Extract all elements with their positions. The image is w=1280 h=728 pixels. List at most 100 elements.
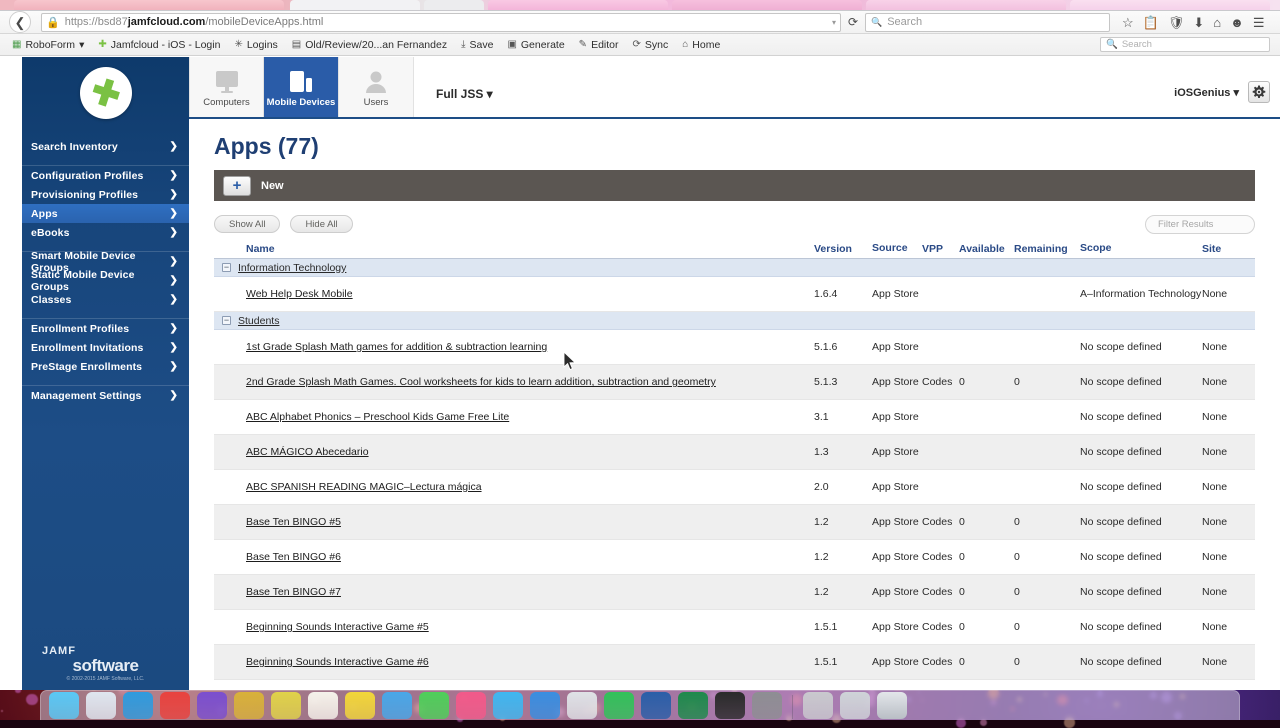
table-row[interactable]: ABC SPANISH READING MAGIC–Lectura mágica… [214, 470, 1255, 505]
table-row[interactable]: 1st Grade Splash Math games for addition… [214, 330, 1255, 365]
dock-numbers-icon[interactable] [345, 692, 375, 719]
app-name-link[interactable]: Beginning Sounds Interactive Game #5 [246, 621, 429, 633]
browser-tab[interactable] [424, 0, 484, 11]
bookmarks-search-input[interactable]: 🔍 Search [1100, 37, 1270, 52]
download-icon[interactable]: ⬇ [1193, 16, 1204, 29]
column-header-remaining[interactable]: Remaining [1014, 243, 1080, 255]
app-name-link[interactable]: Beginning Sounds Interactive Game #6 [246, 656, 429, 668]
column-header-vpp[interactable]: VPP [922, 243, 959, 255]
dock-photos-icon[interactable] [456, 692, 486, 719]
bookmark-logins[interactable]: ✳ Logins [234, 39, 277, 51]
dock-documents-stack-icon[interactable] [840, 692, 870, 719]
table-row[interactable]: ABC Alphabet Phonics – Preschool Kids Ga… [214, 400, 1255, 435]
table-row[interactable]: Beginning Sounds Interactive Game #51.5.… [214, 610, 1255, 645]
collapse-toggle-icon[interactable]: − [222, 263, 231, 272]
app-name-link[interactable]: ABC SPANISH READING MAGIC–Lectura mágica [246, 481, 482, 493]
app-name-link[interactable]: Web Help Desk Mobile [246, 288, 353, 300]
account-icon[interactable]: ☻ [1230, 16, 1244, 29]
browser-tab-active[interactable] [488, 0, 668, 11]
hide-all-button[interactable]: Hide All [290, 215, 352, 233]
dock-contacts-icon[interactable] [197, 692, 227, 719]
dock-excel-icon[interactable] [678, 692, 708, 719]
reload-icon[interactable]: ⟳ [844, 15, 862, 29]
tab-computers[interactable]: Computers [189, 57, 264, 117]
tab-users[interactable]: Users [339, 57, 414, 117]
column-header-version[interactable]: Version [814, 243, 872, 255]
app-name-link[interactable]: Base Ten BINGO #7 [246, 586, 341, 598]
dock-terminal-icon[interactable] [715, 692, 745, 719]
dock-appstore-icon[interactable] [530, 692, 560, 719]
table-row[interactable]: Base Ten BINGO #71.2App StoreCodes00No s… [214, 575, 1255, 610]
column-header-source[interactable]: Source [872, 242, 922, 254]
bookmark-save[interactable]: ⤓ Save [461, 39, 493, 51]
sidebar-item-provisioning-profiles[interactable]: Provisioning Profiles❯ [22, 185, 189, 204]
star-icon[interactable]: ☆ [1122, 16, 1134, 29]
app-name-link[interactable]: 2nd Grade Splash Math Games. Cool worksh… [246, 376, 716, 388]
browser-tab[interactable] [1070, 0, 1270, 11]
dock-messages-icon[interactable] [419, 692, 449, 719]
group-label[interactable]: Students [238, 315, 279, 327]
browser-tab[interactable] [866, 0, 1066, 11]
column-header-scope[interactable]: Scope [1080, 242, 1202, 254]
browser-tab[interactable] [672, 0, 862, 11]
browser-tab[interactable] [14, 0, 284, 11]
column-header-name[interactable]: Name [214, 243, 814, 255]
table-row[interactable]: Base Ten BINGO #61.2App StoreCodes00No s… [214, 540, 1255, 575]
table-row[interactable]: ABC MÁGICO Abecedario1.3App StoreNo scop… [214, 435, 1255, 470]
column-header-available[interactable]: Available [959, 243, 1014, 255]
menu-icon[interactable]: ☰ [1253, 16, 1265, 29]
new-button-label[interactable]: New [261, 180, 284, 192]
new-button-plus-icon[interactable]: + [223, 176, 251, 196]
app-name-link[interactable]: Base Ten BINGO #6 [246, 551, 341, 563]
collapse-toggle-icon[interactable]: − [222, 316, 231, 325]
jss-scope-dropdown[interactable]: Full JSS ▾ [436, 87, 493, 101]
app-name-link[interactable]: Base Ten BINGO #5 [246, 516, 341, 528]
tab-mobile-devices[interactable]: Mobile Devices [264, 57, 339, 117]
bookmark-roboform[interactable]: ▦ RoboForm ▾ [12, 39, 84, 51]
sidebar-item-apps[interactable]: Apps❯ [22, 204, 189, 223]
sidebar-item-enrollment-profiles[interactable]: Enrollment Profiles❯ [22, 319, 189, 338]
table-group-row[interactable]: −Information Technology [214, 259, 1255, 277]
table-row[interactable]: 2nd Grade Splash Math Games. Cool worksh… [214, 365, 1255, 400]
dock-systemprefs-icon[interactable] [752, 692, 782, 719]
user-account-menu[interactable]: iOSGenius ▾ [1174, 86, 1239, 99]
app-name-link[interactable]: 1st Grade Splash Math games for addition… [246, 341, 547, 353]
dock-pages-icon[interactable] [308, 692, 338, 719]
filter-results-input[interactable]: Filter Results [1145, 215, 1255, 234]
address-bar[interactable]: 🔒 https://bsd87 jamfcloud.com /mobileDev… [41, 13, 841, 32]
sidebar-item-static-mobile-device-groups[interactable]: Static Mobile Device Groups❯ [22, 271, 189, 290]
sidebar-item-management-settings[interactable]: Management Settings❯ [22, 386, 189, 405]
dock-preview-icon[interactable] [567, 692, 597, 719]
home-icon[interactable]: ⌂ [1213, 16, 1221, 29]
dock-itunes-icon[interactable] [493, 692, 523, 719]
dock-safari-icon[interactable] [123, 692, 153, 719]
dock-notes-icon[interactable] [271, 692, 301, 719]
sidebar-item-classes[interactable]: Classes❯ [22, 290, 189, 309]
group-label[interactable]: Information Technology [238, 262, 346, 274]
shield-icon[interactable]: 🛡 [1168, 16, 1185, 29]
bookmark-home[interactable]: ⌂ Home [682, 39, 720, 51]
dock-calendar-icon[interactable] [234, 692, 264, 719]
sidebar-item-search-inventory[interactable]: Search Inventory❯ [22, 137, 189, 156]
table-row[interactable]: Base Ten BINGO #51.2App StoreCodes00No s… [214, 505, 1255, 540]
sidebar-item-enrollment-invitations[interactable]: Enrollment Invitations❯ [22, 338, 189, 357]
bookmark-old-review[interactable]: ▤ Old/Review/20...an Fernandez [292, 39, 447, 51]
bookmark-editor[interactable]: ✎ Editor [579, 39, 619, 51]
sidebar-item-ebooks[interactable]: eBooks❯ [22, 223, 189, 242]
clipboard-icon[interactable]: 📋 [1143, 16, 1159, 29]
chevron-down-icon[interactable]: ▾ [832, 18, 836, 27]
table-group-row[interactable]: −Students [214, 312, 1255, 330]
browser-tab[interactable] [290, 0, 420, 11]
bookmark-generate[interactable]: ▣ Generate [507, 39, 564, 51]
jamf-cross-logo[interactable] [80, 67, 132, 119]
dock-downloads-stack-icon[interactable] [803, 692, 833, 719]
browser-tab-strip[interactable] [0, 0, 1280, 11]
dock-facetime-icon[interactable] [604, 692, 634, 719]
table-row[interactable]: Web Help Desk Mobile1.6.4App StoreA–Info… [214, 277, 1255, 312]
show-all-button[interactable]: Show All [214, 215, 280, 233]
column-header-site[interactable]: Site [1202, 243, 1247, 255]
bookmark-sync[interactable]: ⟳ Sync [633, 39, 669, 51]
dock-word-icon[interactable] [641, 692, 671, 719]
table-row[interactable]: Beginning Sounds Interactive Game #61.5.… [214, 645, 1255, 680]
dock-finder-icon[interactable] [49, 692, 79, 719]
